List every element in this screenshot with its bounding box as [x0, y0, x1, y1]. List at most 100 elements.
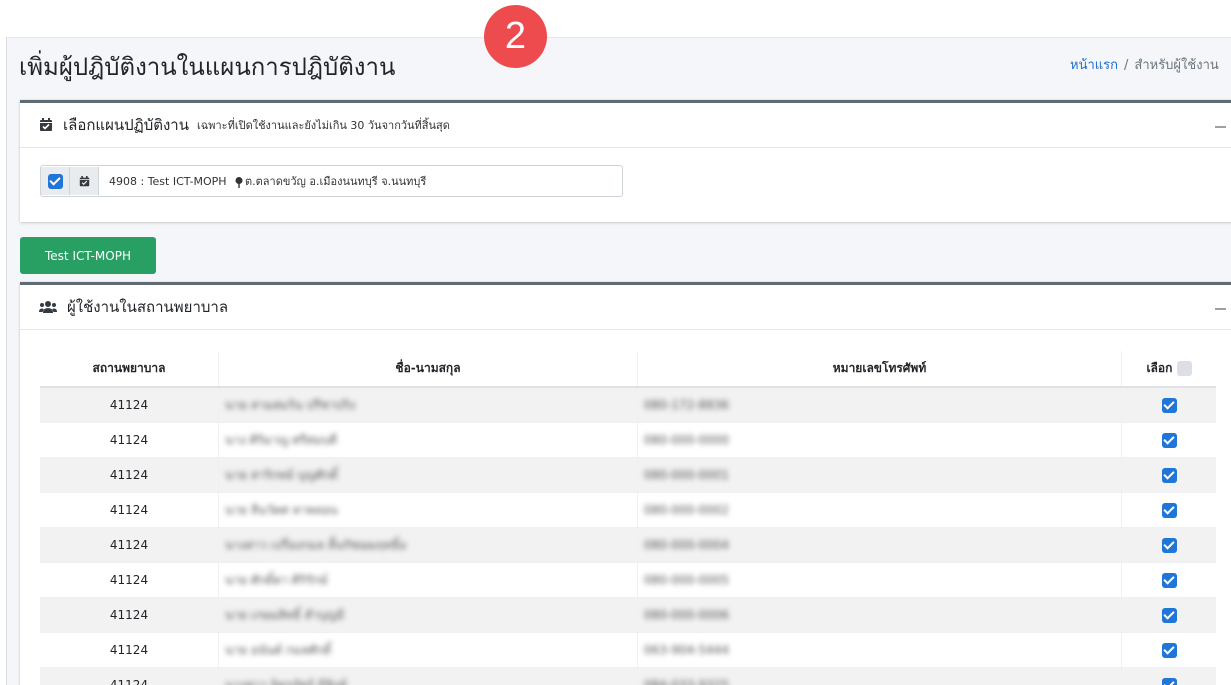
table-header-row: สถานพยาบาล ชื่อ-นามสกุล หมายเลขโทรศัพท์ …	[40, 351, 1216, 387]
hospital-code-cell: 41124	[40, 458, 219, 493]
hospital-code-cell: 41124	[40, 493, 219, 528]
hospital-code-cell: 41124	[40, 668, 219, 685]
breadcrumb-separator: /	[1124, 58, 1128, 73]
users-table-body: 41124นาย สามสมร้น ปรีชาปริง080-172-88364…	[40, 387, 1216, 685]
plan-location: ต.ตลาดขวัญ อ.เมืองนนทบุรี จ.นนทบุรี	[245, 175, 426, 188]
user-phone-cell: 084-033-9325	[638, 668, 1122, 685]
user-name: นาง ศิริมาญ ศรีสมบดี	[225, 433, 337, 447]
user-name-cell: นาย เกษมสิทธิ์ สำบุญมี	[219, 598, 638, 633]
users-card-header: ผู้ใช้งานในสถานพยาบาล	[20, 285, 1231, 330]
step-number-badge: 2	[484, 5, 547, 68]
user-phone-cell: 063-904-5444	[638, 633, 1122, 668]
hospital-code-cell: 41124	[40, 387, 219, 423]
table-row: 41124 นางสาว เปรื่องกมล สิ้นรัชฌมฤทธิ์ม 08…	[40, 528, 1216, 563]
plan-card-collapse-button[interactable]	[1214, 117, 1228, 131]
select-cell	[1122, 493, 1217, 528]
table-row: 41124 นาย สามสมร้น ปรีชาปริง 080-172-8836	[40, 387, 1216, 423]
user-phone-cell: 080-000-0002	[638, 493, 1122, 528]
select-cell	[1122, 423, 1217, 458]
row-select-checkbox[interactable]	[1162, 643, 1177, 658]
user-phone: 080-000-0004	[644, 538, 729, 552]
user-name-cell: นาย สาริกทย์ บุญศักดิ์	[219, 458, 638, 493]
user-phone-cell: 080-000-0001	[638, 458, 1122, 493]
table-row: 41124 นาย เกษมสิทธิ์ สำบุญมี 080-000-0006	[40, 598, 1216, 633]
plan-select-card: เลือกแผนปฏิบัติงาน เฉพาะที่เปิดใช้งานและ…	[20, 100, 1231, 222]
table-row: 41124นางสาว จิตรภัทร์ มีสิงห์084-033-932…	[40, 668, 1216, 685]
plan-checkbox-cell	[41, 167, 70, 195]
row-select-checkbox[interactable]	[1162, 573, 1177, 588]
hospital-code-cell: 41124	[40, 563, 219, 598]
row-select-checkbox[interactable]	[1162, 538, 1177, 553]
user-name-cell: นาย ลีนวัตศ หาพลอน	[219, 493, 638, 528]
user-name-cell: นาย ศักดิ์ดา ศิริรักษ์	[219, 563, 638, 598]
column-header-select: เลือก	[1122, 351, 1217, 387]
user-phone: 080-172-8836	[644, 398, 729, 412]
plan-card-subtitle: เฉพาะที่เปิดใช้งานและยังไม่เกิน 30 วันจา…	[197, 116, 450, 134]
calendar-icon	[79, 176, 90, 187]
column-header-phone: หมายเลขโทรศัพท์	[638, 351, 1122, 387]
user-name-cell: นางสาว จิตรภัทร์ มีสิงห์	[219, 668, 638, 685]
user-phone: 080-000-0001	[644, 468, 729, 482]
plan-card-header: เลือกแผนปฏิบัติงาน เฉพาะที่เปิดใช้งานและ…	[20, 103, 1231, 148]
table-row: 41124 นาย อนันต์ กมลศักดิ์ 063-904-5444	[40, 633, 1216, 668]
select-cell	[1122, 668, 1217, 685]
breadcrumb-current: สำหรับผู้ใช้งาน	[1134, 58, 1218, 73]
user-phone-cell: 080-000-0000	[638, 423, 1122, 458]
user-phone: 080-000-0002	[644, 503, 729, 517]
row-select-checkbox[interactable]	[1162, 468, 1177, 483]
user-name-cell: นาย อนันต์ กมลศักดิ์	[219, 633, 638, 668]
hospital-code-cell: 41124	[40, 633, 219, 668]
hospital-users-card: ผู้ใช้งานในสถานพยาบาล สถานพยาบาล ชื่อ-นา…	[20, 282, 1231, 685]
breadcrumb: หน้าแรก / สำหรับผู้ใช้งาน	[1070, 54, 1219, 75]
select-cell	[1122, 458, 1217, 493]
table-row: 41124นาย สาริกทย์ บุญศักดิ์ 080-000-0001	[40, 458, 1216, 493]
calendar-check-icon	[39, 118, 53, 132]
plan-label: 4908 : Test ICT-MOPH ต.ตลาดขวัญ อ.เมืองน…	[109, 172, 426, 190]
row-select-checkbox[interactable]	[1162, 608, 1177, 623]
page-title: เพิ่มผู้ปฎิบัติงานในแผนการปฎิบัติงาน	[19, 47, 395, 86]
user-name: นาย อนันต์ กมลศักดิ์	[225, 643, 331, 657]
row-select-checkbox[interactable]	[1162, 503, 1177, 518]
select-header-label: เลือก	[1146, 361, 1172, 375]
select-all-checkbox[interactable]	[1177, 361, 1192, 376]
select-cell	[1122, 598, 1217, 633]
column-header-name: ชื่อ-นามสกุล	[219, 351, 638, 387]
content-wrapper: เพิ่มผู้ปฎิบัติงานในแผนการปฎิบัติงาน หน้…	[6, 37, 1231, 685]
user-name: นาย เกษมสิทธิ์ สำบุญมี	[225, 608, 344, 622]
user-phone: 080-000-0000	[644, 433, 729, 447]
row-select-checkbox[interactable]	[1162, 433, 1177, 448]
plan-card-body: 4908 : Test ICT-MOPH ต.ตลาดขวัญ อ.เมืองน…	[20, 148, 1231, 220]
table-row: 41124 นาย ศักดิ์ดา ศิริรักษ์ 080-000-0005	[40, 563, 1216, 598]
plan-option[interactable]: 4908 : Test ICT-MOPH ต.ตลาดขวัญ อ.เมืองน…	[40, 165, 623, 197]
select-cell	[1122, 528, 1217, 563]
user-name-cell: นางสาว เปรื่องกมล สิ้นรัชฌมฤทธิ์ม	[219, 528, 638, 563]
users-card-collapse-button[interactable]	[1214, 299, 1228, 313]
hospital-select-button[interactable]: Test ICT-MOPH	[20, 237, 156, 274]
user-phone-cell: 080-000-0004	[638, 528, 1122, 563]
user-phone-cell: 080-000-0005	[638, 563, 1122, 598]
breadcrumb-home-link[interactable]: หน้าแรก	[1070, 58, 1118, 73]
user-name: นาย ลีนวัตศ หาพลอน	[225, 503, 338, 517]
users-table: สถานพยาบาล ชื่อ-นามสกุล หมายเลขโทรศัพท์ …	[40, 351, 1216, 685]
plan-checkbox[interactable]	[48, 174, 63, 189]
plan-name: 4908 : Test ICT-MOPH	[109, 175, 227, 188]
plan-card-title: เลือกแผนปฏิบัติงาน	[63, 113, 189, 137]
user-phone: 080-000-0006	[644, 608, 729, 622]
table-row: 41124นาง ศิริมาญ ศรีสมบดี080-000-0000	[40, 423, 1216, 458]
hospital-code-cell: 41124	[40, 528, 219, 563]
users-icon	[39, 300, 57, 314]
map-marker-icon	[235, 177, 243, 188]
user-name: นาย สามสมร้น ปรีชาปริง	[225, 398, 355, 412]
hospital-code-cell: 41124	[40, 598, 219, 633]
plan-calendar-cell	[70, 167, 99, 195]
user-name: นางสาว เปรื่องกมล สิ้นรัชฌมฤทธิ์ม	[225, 538, 407, 552]
select-cell	[1122, 563, 1217, 598]
user-phone-cell: 080-172-8836	[638, 387, 1122, 423]
user-phone: 080-000-0005	[644, 573, 729, 587]
users-card-title: ผู้ใช้งานในสถานพยาบาล	[67, 295, 228, 319]
user-name-cell: นาย สามสมร้น ปรีชาปริง	[219, 387, 638, 423]
row-select-checkbox[interactable]	[1162, 398, 1177, 413]
user-name-cell: นาง ศิริมาญ ศรีสมบดี	[219, 423, 638, 458]
user-name: นาย ศักดิ์ดา ศิริรักษ์	[225, 573, 328, 587]
table-row: 41124 นาย ลีนวัตศ หาพลอน 080-000-0002	[40, 493, 1216, 528]
